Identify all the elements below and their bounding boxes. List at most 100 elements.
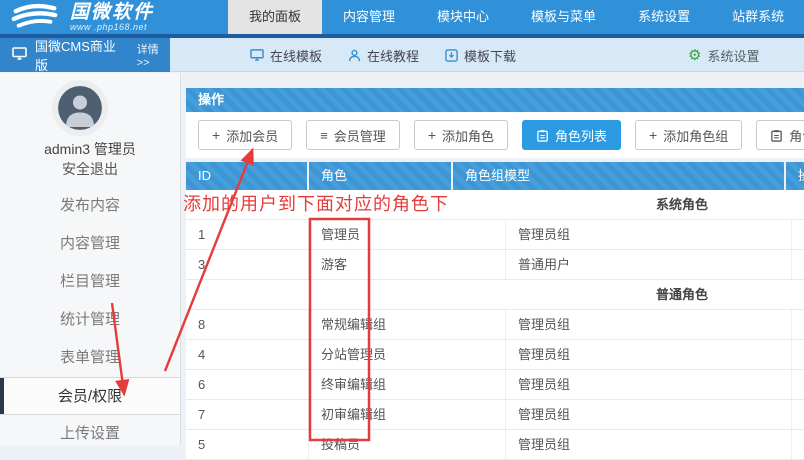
system-settings-button[interactable]: ⚙ 系统设置 — [688, 38, 759, 72]
column-header-1: ID — [186, 162, 309, 190]
cell-id: 4 — [186, 340, 309, 369]
sidebar: admin3 管理员 安全退出 发布内容内容管理栏目管理统计管理表单管理会员/权… — [0, 73, 181, 445]
cell-role: 初审编辑组 — [309, 400, 506, 429]
sub-link-label: 在线教程 — [367, 46, 419, 65]
table-row: 8常规编辑组管理员组 — [186, 310, 804, 340]
person-icon — [348, 49, 361, 62]
button-label: 角色列表 — [555, 126, 607, 145]
cell-role: 管理员 — [309, 220, 506, 249]
sidebar-item-5[interactable]: 表单管理 — [0, 339, 180, 377]
action-button-2[interactable]: ≡ 会员管理 — [306, 120, 400, 150]
cell-id: 3 — [186, 250, 309, 279]
column-header-3: 角色组模型 — [453, 162, 786, 190]
operations-panel: 操作 +添加会员≡会员管理+添加角色角色列表+添加角色组角色组列表更新缓存 — [186, 88, 804, 158]
cell-id: 1 — [186, 220, 309, 249]
product-details-link[interactable]: 详情>> — [137, 41, 170, 69]
plus-icon: + — [212, 128, 220, 142]
download-icon — [445, 49, 458, 62]
cell-actions — [792, 250, 804, 279]
button-label: 添加会员 — [226, 126, 278, 145]
logout-link[interactable]: 安全退出 — [0, 159, 180, 179]
list-icon: ≡ — [320, 129, 328, 142]
sidebar-item-7[interactable]: 上传设置 — [0, 415, 180, 453]
button-label: 角色组列表 — [789, 126, 804, 145]
sub-link-2[interactable]: 在线教程 — [348, 46, 419, 65]
group-row: 普通角色 — [186, 280, 804, 310]
cell-id: 6 — [186, 370, 309, 399]
cell-group: 管理员组 — [506, 220, 792, 249]
sub-link-1[interactable]: 在线模板 — [250, 46, 322, 65]
cell-group: 普通用户 — [506, 250, 792, 279]
sidebar-item-2[interactable]: 内容管理 — [0, 225, 180, 263]
cell-actions — [792, 370, 804, 399]
cell-id: 7 — [186, 400, 309, 429]
cell-group: 管理员组 — [506, 310, 792, 339]
product-name: 国微CMS商业版 — [35, 36, 125, 74]
top-bar: 国微软件 www .php168.net 我的面板内容管理模块中心模板与菜单系统… — [0, 0, 804, 38]
brand-name: 国微软件 — [70, 3, 154, 22]
cell-role: 常规编辑组 — [309, 310, 506, 339]
product-badge[interactable]: 国微CMS商业版 详情>> — [0, 38, 170, 72]
group-row: 系统角色 — [186, 190, 804, 220]
role-table: ID角色角色组模型操作 系统角色1管理员管理员组3游客普通用户普通角色8常规编辑… — [186, 162, 804, 460]
user-name: admin3 管理员 — [0, 139, 180, 159]
sub-links: 在线模板 在线教程 模板下载 — [250, 38, 516, 72]
cell-group: 管理员组 — [506, 340, 792, 369]
table-row: 5投稿员管理员组 — [186, 430, 804, 460]
cell-role: 游客 — [309, 250, 506, 279]
table-row: 1管理员管理员组 — [186, 220, 804, 250]
cell-actions — [792, 400, 804, 429]
nav-tab-3[interactable]: 模块中心 — [416, 0, 510, 34]
panel-title: 操作 — [186, 88, 804, 112]
action-button-3[interactable]: + 添加角色 — [414, 120, 508, 150]
monitor-icon — [12, 47, 27, 63]
button-label: 添加角色 — [442, 126, 494, 145]
table-header: ID角色角色组模型操作 — [186, 162, 804, 190]
panel-buttons: +添加会员≡会员管理+添加角色角色列表+添加角色组角色组列表更新缓存 — [186, 112, 804, 158]
cell-group: 管理员组 — [506, 370, 792, 399]
table-row: 6终审编辑组管理员组 — [186, 370, 804, 400]
nav-tab-6[interactable]: 站群系统 — [711, 0, 804, 34]
sidebar-item-1[interactable]: 发布内容 — [0, 187, 180, 225]
action-button-4[interactable]: 角色列表 — [522, 120, 621, 150]
sub-link-3[interactable]: 模板下载 — [445, 46, 516, 65]
nav-tab-1[interactable]: 我的面板 — [228, 0, 322, 34]
cell-actions — [792, 220, 804, 249]
nav-tab-5[interactable]: 系统设置 — [617, 0, 711, 34]
action-button-6[interactable]: 角色组列表 — [756, 120, 804, 150]
nav-tab-2[interactable]: 内容管理 — [322, 0, 416, 34]
table-body: 系统角色1管理员管理员组3游客普通用户普通角色8常规编辑组管理员组4分站管理员管… — [186, 190, 804, 460]
waves-logo-icon — [10, 2, 62, 32]
table-row: 3游客普通用户 — [186, 250, 804, 280]
cell-id: 8 — [186, 310, 309, 339]
plus-icon: + — [428, 128, 436, 142]
sub-link-label: 模板下载 — [464, 46, 516, 65]
cell-role: 终审编辑组 — [309, 370, 506, 399]
brand-logo: 国微软件 www .php168.net — [10, 2, 154, 32]
cell-role: 分站管理员 — [309, 340, 506, 369]
plus-icon: + — [649, 128, 657, 142]
clipboard-icon — [536, 129, 549, 142]
sidebar-item-6[interactable]: 会员/权限 — [0, 377, 180, 415]
system-settings-label: 系统设置 — [707, 46, 759, 65]
sub-link-label: 在线模板 — [270, 46, 322, 65]
nav-tab-4[interactable]: 模板与菜单 — [510, 0, 617, 34]
gear-icon: ⚙ — [688, 48, 701, 63]
cell-group: 管理员组 — [506, 400, 792, 429]
sidebar-item-4[interactable]: 统计管理 — [0, 301, 180, 339]
action-button-1[interactable]: + 添加会员 — [198, 120, 292, 150]
avatar[interactable] — [58, 86, 102, 130]
top-nav: 我的面板内容管理模块中心模板与菜单系统设置站群系统问答系统 — [228, 0, 804, 34]
column-header-4: 操作 — [786, 162, 804, 190]
action-button-5[interactable]: + 添加角色组 — [635, 120, 742, 150]
sidebar-item-3[interactable]: 栏目管理 — [0, 263, 180, 301]
column-header-2: 角色 — [309, 162, 453, 190]
table-row: 4分站管理员管理员组 — [186, 340, 804, 370]
button-label: 添加角色组 — [663, 126, 728, 145]
sidebar-menu: 发布内容内容管理栏目管理统计管理表单管理会员/权限上传设置 — [0, 187, 180, 453]
brand-url: www .php168.net — [70, 22, 154, 32]
clipboard-icon — [770, 129, 783, 142]
button-label: 会员管理 — [334, 126, 386, 145]
cell-actions — [792, 310, 804, 339]
monitor-icon — [250, 49, 264, 61]
